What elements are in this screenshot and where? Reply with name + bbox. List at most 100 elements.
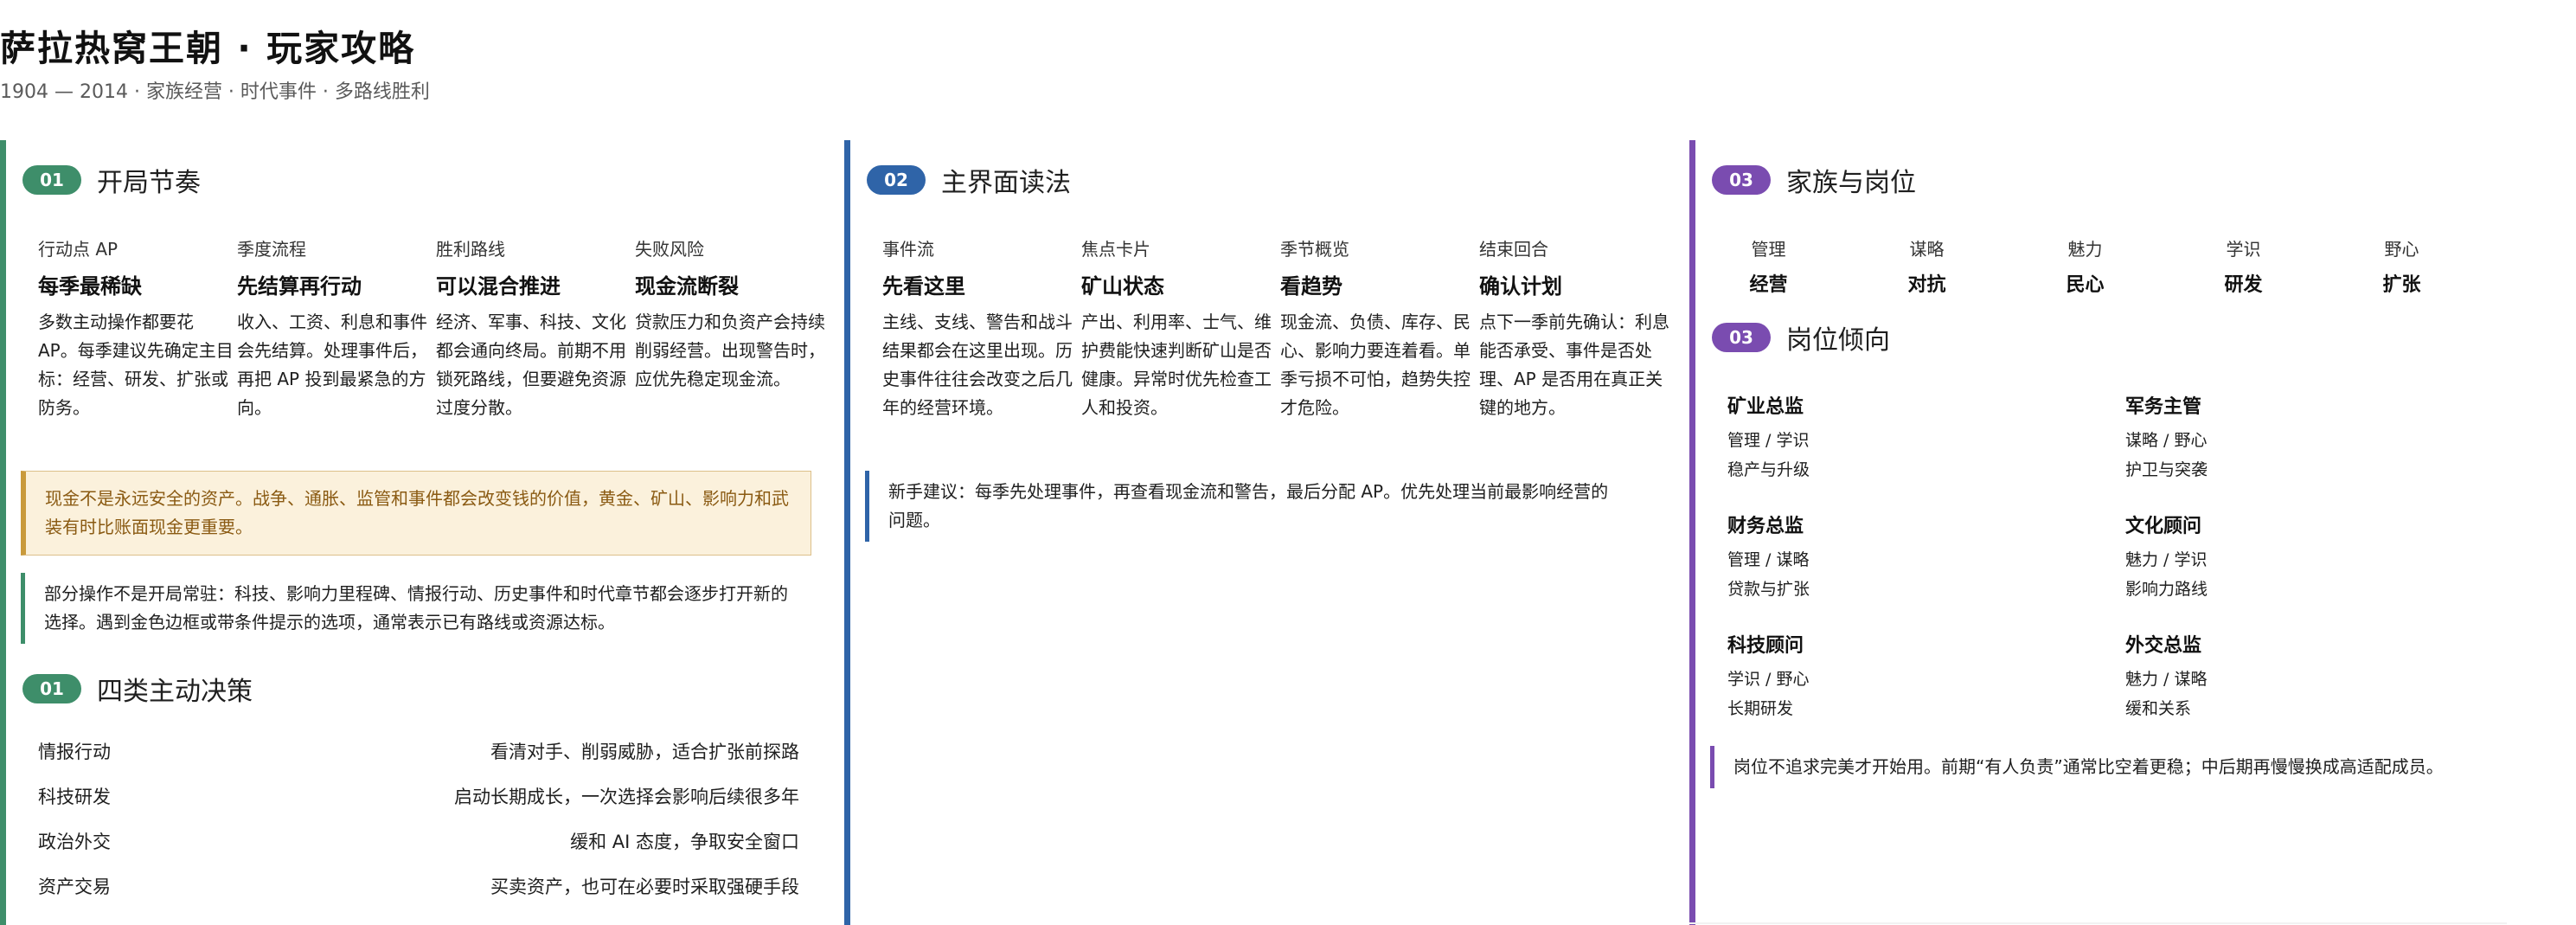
section-title: 四类主动决策 bbox=[97, 677, 253, 707]
card-headline: 每季最稀缺 bbox=[38, 274, 142, 299]
role-name: 外交总监 bbox=[2125, 635, 2202, 657]
decision-label: 情报行动 bbox=[38, 742, 111, 762]
section-title: 岗位倾向 bbox=[1786, 325, 1890, 356]
card-ap: 行动点 AP 每季最稀缺 多数主动操作都要花 AP。每季建议先确定主目标：经营、… bbox=[38, 235, 237, 422]
section-header-opening: 01 开局节奏 bbox=[22, 161, 201, 199]
card-body: 现金流、负债、库存、民心、影响力要连着看。单季亏损不可怕，趋势失控才危险。 bbox=[1280, 312, 1471, 418]
card-kicker: 季节概览 bbox=[1280, 239, 1349, 260]
column-opening: 01 开局节奏 行动点 AP 每季最稀缺 多数主动操作都要花 AP。每季建议先确… bbox=[0, 140, 825, 925]
warning-callout: 现金不是永远安全的资产。战争、通胀、监管和事件都会改变钱的价值，黄金、矿山、影响… bbox=[21, 471, 811, 556]
role-tip-callout: 岗位不追求完美才开始用。前期“有人负责”通常比空着更稳；中后期再慢慢换成高适配成… bbox=[1710, 746, 2471, 788]
attribute-use: 民心 bbox=[2066, 274, 2105, 296]
page-subtitle: 1904 — 2014 · 家族经营 · 时代事件 · 多路线胜利 bbox=[0, 81, 430, 103]
role-focus: 长期研发 bbox=[1727, 699, 1794, 718]
card-kicker: 胜利路线 bbox=[436, 239, 505, 260]
decision-desc: 缓和 AI 态度，争取安全窗口 bbox=[570, 832, 799, 852]
section-number-badge: 01 bbox=[22, 165, 81, 195]
role-stats: 谋略 / 野心 bbox=[2125, 431, 2208, 450]
decision-label: 科技研发 bbox=[38, 787, 111, 807]
card-focus: 焦点卡片 矿山状态 产出、利用率、士气、维护费能快速判断矿山是否健康。异常时优先… bbox=[1081, 235, 1280, 422]
card-body: 产出、利用率、士气、维护费能快速判断矿山是否健康。异常时优先检查工人和投资。 bbox=[1081, 312, 1272, 418]
role-name: 矿业总监 bbox=[1727, 396, 1804, 418]
role-mining-director: 矿业总监 管理 / 学识 稳产与升级 bbox=[1727, 391, 2125, 485]
role-diplomacy-director: 外交总监 魅力 / 谋略 缓和关系 bbox=[2125, 630, 2506, 723]
opening-cards: 行动点 AP 每季最稀缺 多数主动操作都要花 AP。每季建议先确定主目标：经营、… bbox=[38, 235, 834, 422]
column-main-ui: 02 主界面读法 事件流 先看这里 主线、支线、警告和战斗结果都会在这里出现。历… bbox=[844, 140, 1669, 925]
decision-desc: 看清对手、削弱威胁，适合扩张前探路 bbox=[490, 742, 799, 762]
role-finance-director: 财务总监 管理 / 谋略 贷款与扩张 bbox=[1727, 511, 2125, 604]
role-focus: 稳产与升级 bbox=[1727, 460, 1810, 479]
card-event-stream: 事件流 先看这里 主线、支线、警告和战斗结果都会在这里出现。历史事件往往会改变之… bbox=[882, 235, 1081, 422]
decision-label: 政治外交 bbox=[38, 832, 111, 852]
card-headline: 先看这里 bbox=[882, 274, 965, 299]
role-culture-advisor: 文化顾问 魅力 / 学识 影响力路线 bbox=[2125, 511, 2506, 604]
attribute-row: 管理 经营 谋略 对抗 魅力 民心 学识 研发 野心 扩张 bbox=[1689, 235, 2481, 297]
role-stats: 管理 / 谋略 bbox=[1727, 550, 1810, 569]
card-body: 多数主动操作都要花 AP。每季建议先确定主目标：经营、研发、扩张或防务。 bbox=[38, 312, 234, 418]
attribute-charisma: 魅力 民心 bbox=[2006, 235, 2164, 297]
attribute-management: 管理 经营 bbox=[1689, 235, 1848, 297]
decision-desc: 启动长期成长，一次选择会影响后续很多年 bbox=[454, 787, 799, 807]
attribute-use: 对抗 bbox=[1907, 274, 1946, 296]
card-headline: 矿山状态 bbox=[1081, 274, 1164, 299]
attribute-name: 学识 bbox=[2226, 239, 2261, 260]
role-name: 财务总监 bbox=[1727, 516, 1804, 537]
attribute-use: 经营 bbox=[1749, 274, 1788, 296]
column-accent-bar bbox=[844, 140, 850, 925]
section-number-badge: 03 bbox=[1712, 323, 1771, 352]
section-header-roles: 03 岗位倾向 bbox=[1712, 318, 1890, 357]
role-name: 科技顾问 bbox=[1727, 635, 1804, 657]
divider bbox=[1689, 922, 2507, 924]
list-item: 情报行动 看清对手、削弱威胁，适合扩张前探路 bbox=[38, 729, 799, 774]
role-focus: 缓和关系 bbox=[2125, 699, 2192, 718]
card-headline: 确认计划 bbox=[1479, 274, 1562, 299]
attribute-name: 魅力 bbox=[2067, 239, 2103, 260]
card-headline: 看趋势 bbox=[1280, 274, 1342, 299]
column-family: 03 家族与岗位 管理 经营 谋略 对抗 魅力 民心 学识 研发 野心 扩张 0… bbox=[1689, 140, 2507, 925]
page-title: 萨拉热窝王朝 · 玩家攻略 bbox=[0, 28, 416, 69]
section-number-badge: 03 bbox=[1712, 165, 1771, 195]
role-stats: 魅力 / 学识 bbox=[2125, 550, 2208, 569]
attribute-learning: 学识 研发 bbox=[2164, 235, 2323, 297]
tip-callout: 新手建议：每季先处理事件，再查看现金流和警告，最后分配 AP。优先处理当前最影响… bbox=[865, 471, 1644, 542]
card-kicker: 行动点 AP bbox=[38, 239, 119, 260]
card-body: 点下一季前先确认：利息能否承受、事件是否处理、AP 是否用在真正关键的地方。 bbox=[1479, 312, 1669, 418]
section-title: 主界面读法 bbox=[941, 168, 1071, 198]
section-header-main-ui: 02 主界面读法 bbox=[867, 161, 1071, 199]
card-headline: 可以混合推进 bbox=[436, 274, 561, 299]
role-stats: 魅力 / 谋略 bbox=[2125, 670, 2208, 689]
list-item: 政治外交 缓和 AI 态度，争取安全窗口 bbox=[38, 819, 799, 864]
section-title: 开局节奏 bbox=[97, 168, 201, 198]
role-focus: 贷款与扩张 bbox=[1727, 580, 1810, 599]
role-grid: 矿业总监 管理 / 学识 稳产与升级 军务主管 谋略 / 野心 护卫与突袭 财务… bbox=[1727, 391, 2506, 723]
role-name: 军务主管 bbox=[2125, 396, 2202, 418]
role-name: 文化顾问 bbox=[2125, 516, 2202, 537]
attribute-use: 研发 bbox=[2224, 274, 2263, 296]
section-title: 家族与岗位 bbox=[1786, 168, 1916, 198]
section-number-badge: 01 bbox=[22, 674, 81, 703]
note-callout: 部分操作不是开局常驻：科技、影响力里程碑、情报行动、历史事件和时代章节都会逐步打… bbox=[21, 573, 811, 644]
role-military-chief: 军务主管 谋略 / 野心 护卫与突袭 bbox=[2125, 391, 2506, 485]
card-quarter-flow: 季度流程 先结算再行动 收入、工资、利息和事件会先结算。处理事件后，再把 AP … bbox=[237, 235, 436, 422]
role-tech-advisor: 科技顾问 学识 / 野心 长期研发 bbox=[1727, 630, 2125, 723]
card-kicker: 焦点卡片 bbox=[1081, 239, 1150, 260]
card-headline: 现金流断裂 bbox=[635, 274, 739, 299]
card-body: 经济、军事、科技、文化都会通向终局。前期不用锁死路线，但要避免资源过度分散。 bbox=[436, 312, 626, 418]
card-kicker: 失败风险 bbox=[635, 239, 704, 260]
decision-list: 情报行动 看清对手、削弱威胁，适合扩张前探路 科技研发 启动长期成长，一次选择会… bbox=[38, 729, 799, 909]
card-body: 主线、支线、警告和战斗结果都会在这里出现。历史事件往往会改变之后几年的经营环境。 bbox=[882, 312, 1073, 418]
card-victory-route: 胜利路线 可以混合推进 经济、军事、科技、文化都会通向终局。前期不用锁死路线，但… bbox=[436, 235, 635, 422]
list-item: 资产交易 买卖资产，也可在必要时采取强硬手段 bbox=[38, 864, 799, 909]
role-focus: 影响力路线 bbox=[2125, 580, 2208, 599]
role-focus: 护卫与突袭 bbox=[2125, 460, 2208, 479]
attribute-name: 谋略 bbox=[1909, 239, 1945, 260]
section-header-decisions: 01 四类主动决策 bbox=[22, 670, 253, 708]
card-end-turn: 结束回合 确认计划 点下一季前先确认：利息能否承受、事件是否处理、AP 是否用在… bbox=[1479, 235, 1678, 422]
role-stats: 学识 / 野心 bbox=[1727, 670, 1810, 689]
section-header-family: 03 家族与岗位 bbox=[1712, 161, 1916, 199]
card-failure-risk: 失败风险 现金流断裂 贷款压力和负资产会持续削弱经营。出现警告时，应优先稳定现金… bbox=[635, 235, 834, 422]
card-body: 贷款压力和负资产会持续削弱经营。出现警告时，应优先稳定现金流。 bbox=[635, 312, 825, 389]
decision-desc: 买卖资产，也可在必要时采取强硬手段 bbox=[490, 877, 799, 897]
card-season-overview: 季节概览 看趋势 现金流、负债、库存、民心、影响力要连着看。单季亏损不可怕，趋势… bbox=[1280, 235, 1479, 422]
main-ui-cards: 事件流 先看这里 主线、支线、警告和战斗结果都会在这里出现。历史事件往往会改变之… bbox=[882, 235, 1678, 422]
